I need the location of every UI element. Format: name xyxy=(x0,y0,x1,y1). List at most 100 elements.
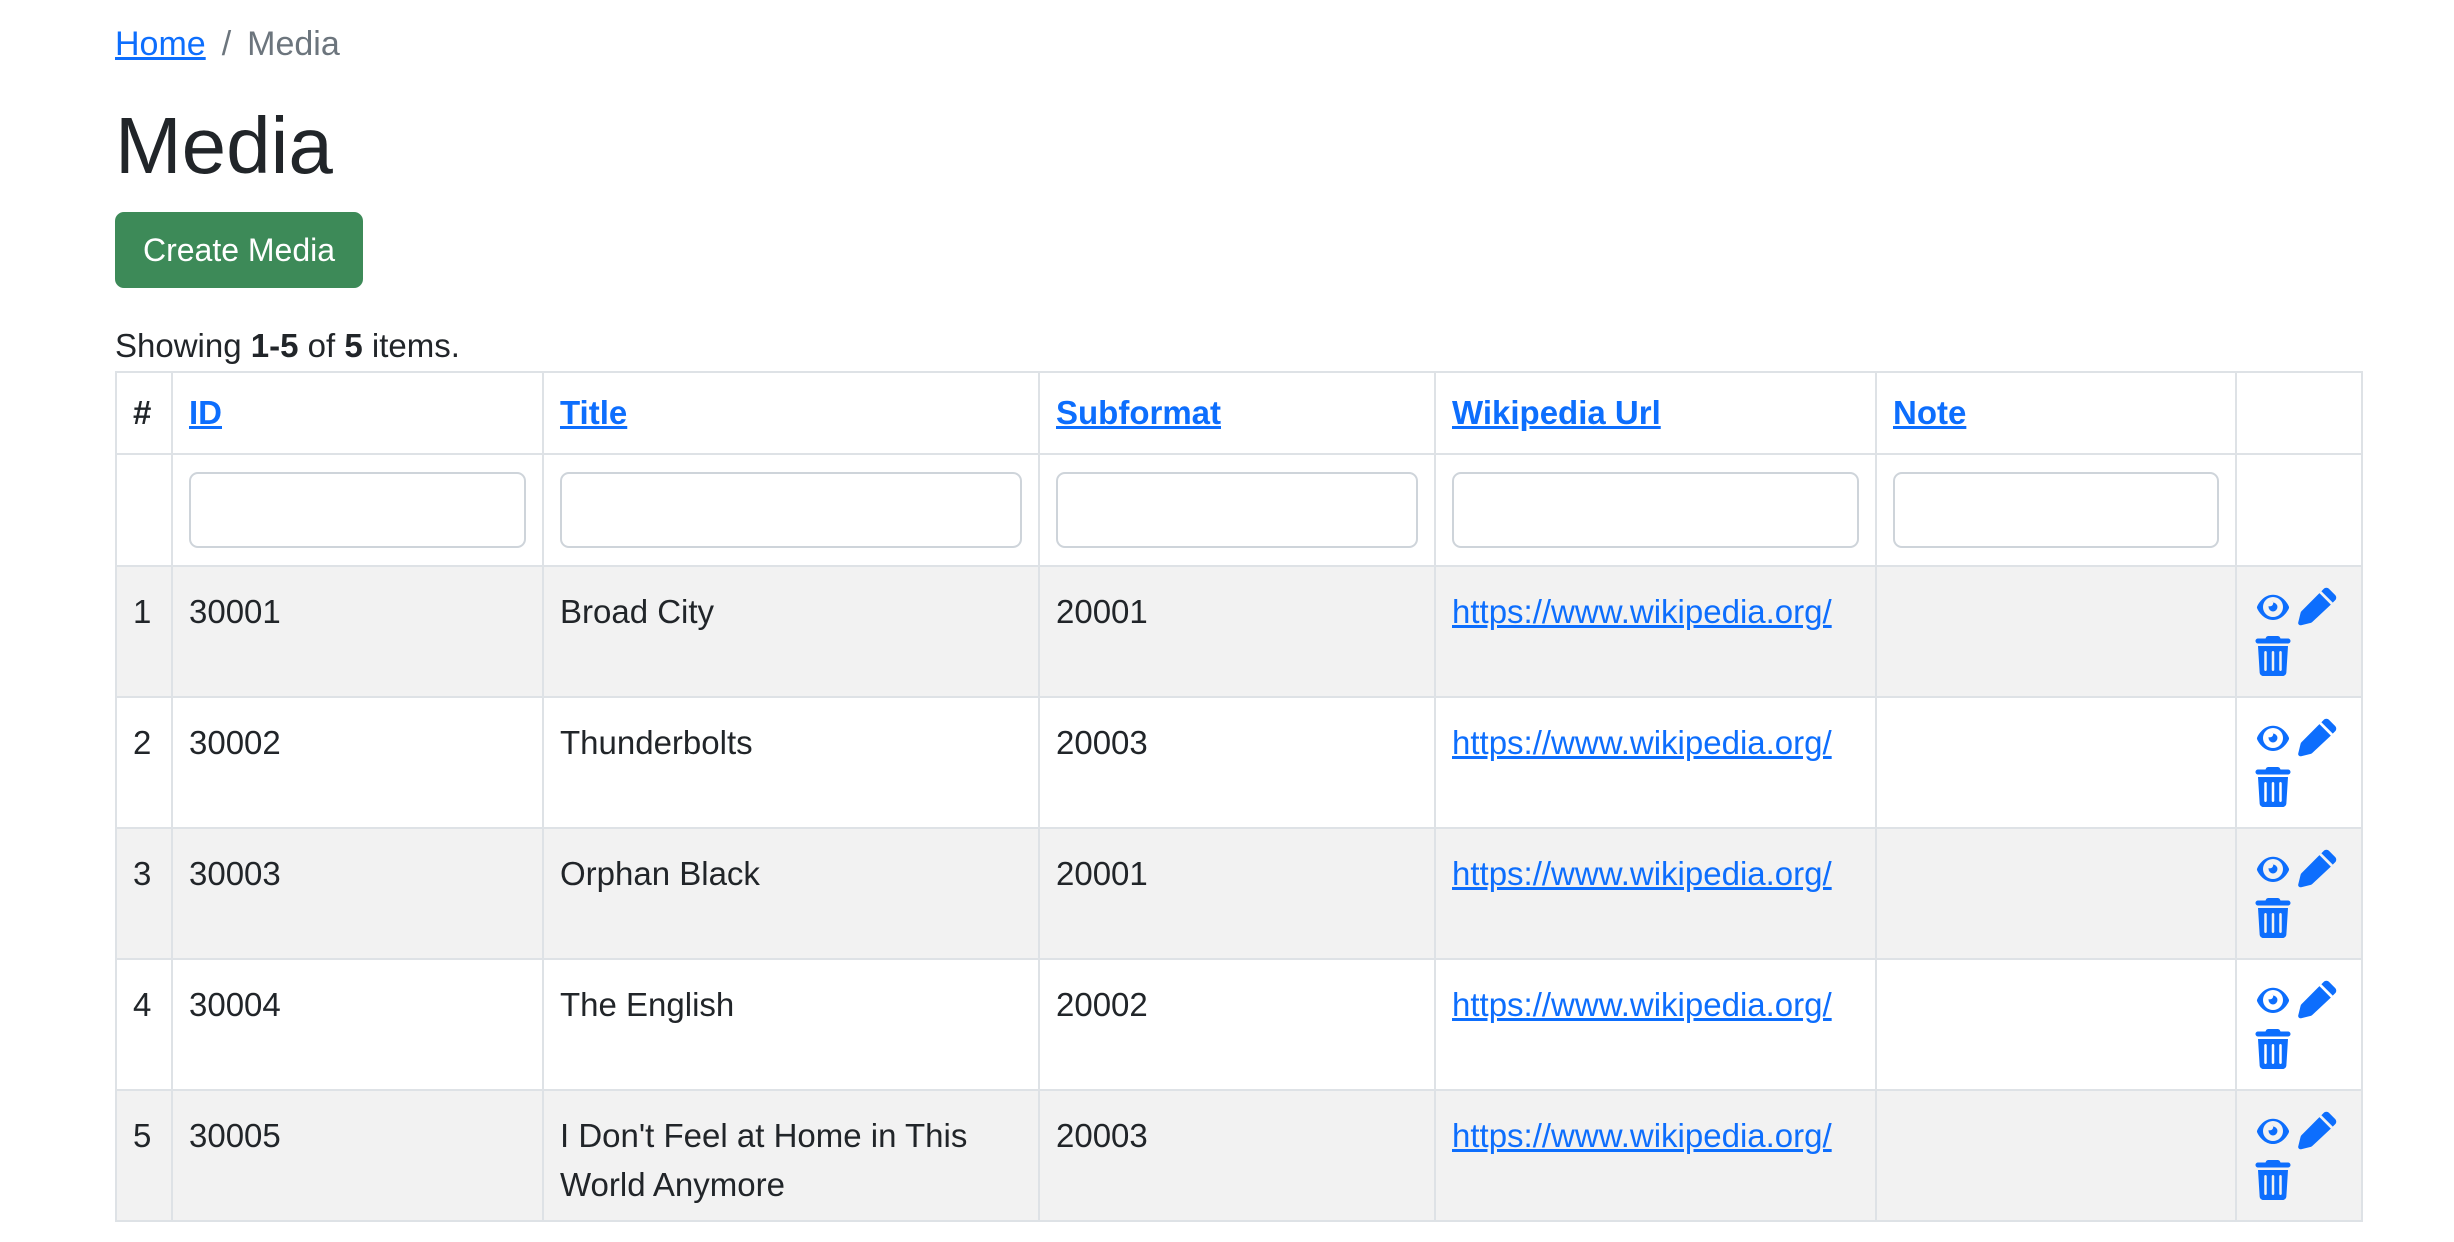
row-index: 1 xyxy=(115,565,173,698)
eye-icon xyxy=(2256,987,2290,1014)
row-title: Thunderbolts xyxy=(542,696,1040,829)
table-row: 5 30005 I Don't Feel at Home in This Wor… xyxy=(115,1089,2363,1222)
column-header-subformat: Subformat xyxy=(1038,371,1436,455)
delete-button[interactable] xyxy=(2253,1029,2293,1069)
row-note xyxy=(1875,696,2237,829)
breadcrumb: Home / Media xyxy=(115,22,340,66)
row-id: 30002 xyxy=(171,696,544,829)
row-wikipedia-url-link[interactable]: https://www.wikipedia.org/ xyxy=(1452,724,1832,761)
eye-icon xyxy=(2256,725,2290,752)
create-media-button[interactable]: Create Media xyxy=(115,212,363,288)
row-index: 5 xyxy=(115,1089,173,1222)
filter-cell-wikipedia-url xyxy=(1434,453,1877,567)
filter-id-input[interactable] xyxy=(189,472,526,548)
column-header-wikipedia-url: Wikipedia Url xyxy=(1434,371,1877,455)
view-button[interactable] xyxy=(2253,718,2293,758)
breadcrumb-home-link[interactable]: Home xyxy=(115,25,206,63)
delete-button[interactable] xyxy=(2253,1160,2293,1200)
filter-cell-actions xyxy=(2235,453,2363,567)
page-title: Media xyxy=(115,101,333,190)
row-note xyxy=(1875,827,2237,960)
view-button[interactable] xyxy=(2253,1111,2293,1151)
row-note xyxy=(1875,565,2237,698)
row-subformat: 20001 xyxy=(1038,827,1436,960)
summary-total: 5 xyxy=(344,327,363,364)
update-button[interactable] xyxy=(2297,1111,2337,1151)
row-wikipedia-url-link[interactable]: https://www.wikipedia.org/ xyxy=(1452,1117,1832,1154)
table-row: 4 30004 The English 20002 https://www.wi… xyxy=(115,958,2363,1091)
row-actions xyxy=(2235,958,2363,1091)
filter-note-input[interactable] xyxy=(1893,472,2219,548)
sort-id-link[interactable]: ID xyxy=(189,394,222,431)
row-wikipedia-url-cell: https://www.wikipedia.org/ xyxy=(1434,565,1877,698)
row-actions xyxy=(2235,696,2363,829)
update-button[interactable] xyxy=(2297,718,2337,758)
column-header-note: Note xyxy=(1875,371,2237,455)
media-grid-table: # ID Title Subformat Wikipedia Url Note xyxy=(115,371,2363,1222)
row-actions xyxy=(2235,1089,2363,1222)
eye-icon xyxy=(2256,1118,2290,1145)
filter-wikipedia-url-input[interactable] xyxy=(1452,472,1859,548)
trash-icon xyxy=(2255,1160,2291,1200)
update-button[interactable] xyxy=(2297,980,2337,1020)
column-header-index: # xyxy=(115,371,173,455)
pencil-icon xyxy=(2298,849,2337,888)
row-wikipedia-url-link[interactable]: https://www.wikipedia.org/ xyxy=(1452,855,1832,892)
row-index: 2 xyxy=(115,696,173,829)
update-button[interactable] xyxy=(2297,587,2337,627)
table-row: 3 30003 Orphan Black 20001 https://www.w… xyxy=(115,827,2363,960)
row-id: 30005 xyxy=(171,1089,544,1222)
eye-icon xyxy=(2256,594,2290,621)
delete-button[interactable] xyxy=(2253,636,2293,676)
row-actions xyxy=(2235,827,2363,960)
filter-cell-title xyxy=(542,453,1040,567)
filter-title-input[interactable] xyxy=(560,472,1022,548)
pencil-icon xyxy=(2298,587,2337,626)
filter-cell-id xyxy=(171,453,544,567)
sort-wikipedia-url-link[interactable]: Wikipedia Url xyxy=(1452,394,1661,431)
eye-icon xyxy=(2256,856,2290,883)
pencil-icon xyxy=(2298,718,2337,757)
row-wikipedia-url-cell: https://www.wikipedia.org/ xyxy=(1434,696,1877,829)
column-header-actions xyxy=(2235,371,2363,455)
column-header-id: ID xyxy=(171,371,544,455)
sort-note-link[interactable]: Note xyxy=(1893,394,1966,431)
update-button[interactable] xyxy=(2297,849,2337,889)
trash-icon xyxy=(2255,1029,2291,1069)
filter-cell-index xyxy=(115,453,173,567)
row-wikipedia-url-link[interactable]: https://www.wikipedia.org/ xyxy=(1452,593,1832,630)
row-title: Broad City xyxy=(542,565,1040,698)
summary-suffix: items. xyxy=(362,327,460,364)
table-body: 1 30001 Broad City 20001 https://www.wik… xyxy=(115,565,2363,1222)
sort-subformat-link[interactable]: Subformat xyxy=(1056,394,1221,431)
view-button[interactable] xyxy=(2253,587,2293,627)
filter-row xyxy=(115,453,2363,567)
breadcrumb-current: Media xyxy=(247,25,340,63)
view-button[interactable] xyxy=(2253,849,2293,889)
row-subformat: 20003 xyxy=(1038,1089,1436,1222)
row-wikipedia-url-cell: https://www.wikipedia.org/ xyxy=(1434,1089,1877,1222)
row-index: 4 xyxy=(115,958,173,1091)
filter-subformat-input[interactable] xyxy=(1056,472,1418,548)
filter-cell-subformat xyxy=(1038,453,1436,567)
delete-button[interactable] xyxy=(2253,898,2293,938)
table-row: 2 30002 Thunderbolts 20003 https://www.w… xyxy=(115,696,2363,829)
summary-prefix: Showing xyxy=(115,327,251,364)
row-title: I Don't Feel at Home in This World Anymo… xyxy=(542,1089,1040,1222)
row-wikipedia-url-link[interactable]: https://www.wikipedia.org/ xyxy=(1452,986,1832,1023)
trash-icon xyxy=(2255,898,2291,938)
delete-button[interactable] xyxy=(2253,767,2293,807)
row-id: 30004 xyxy=(171,958,544,1091)
summary-range: 1-5 xyxy=(250,327,299,364)
table-header-row: # ID Title Subformat Wikipedia Url Note xyxy=(115,371,2363,455)
row-id: 30003 xyxy=(171,827,544,960)
row-wikipedia-url-cell: https://www.wikipedia.org/ xyxy=(1434,958,1877,1091)
view-button[interactable] xyxy=(2253,980,2293,1020)
column-header-title: Title xyxy=(542,371,1040,455)
row-title: Orphan Black xyxy=(542,827,1040,960)
row-actions xyxy=(2235,565,2363,698)
table-row: 1 30001 Broad City 20001 https://www.wik… xyxy=(115,565,2363,698)
sort-title-link[interactable]: Title xyxy=(560,394,627,431)
results-summary: Showing 1-5 of 5 items. xyxy=(115,324,460,368)
row-subformat: 20001 xyxy=(1038,565,1436,698)
